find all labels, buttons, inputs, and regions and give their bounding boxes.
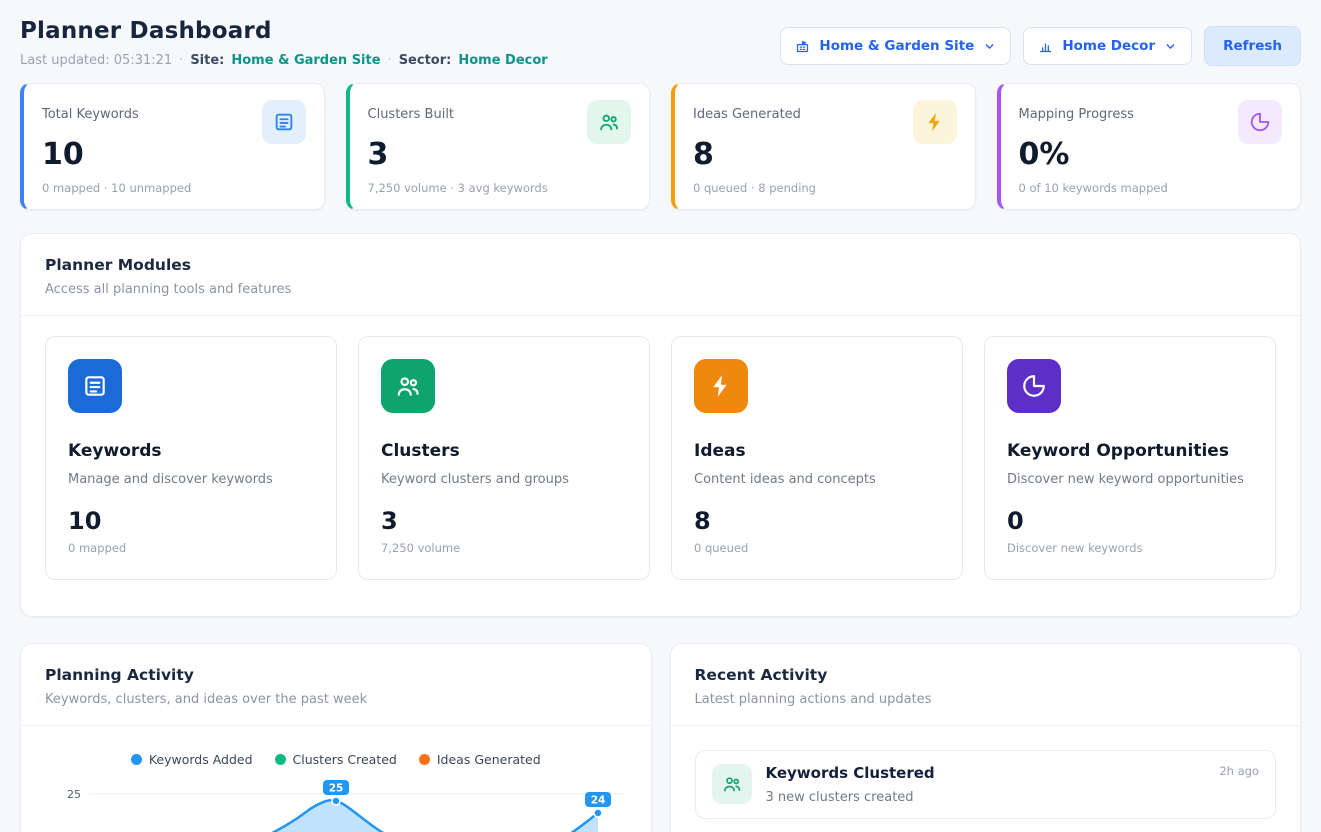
last-updated-text: Last updated: 05:31:21 — [20, 53, 172, 68]
module-caption: 7,250 volume — [381, 541, 627, 555]
pie-chart-icon — [1007, 359, 1061, 413]
module-card-clusters[interactable]: Clusters Keyword clusters and groups 3 7… — [358, 336, 650, 580]
recent-activity-title: Recent Activity — [695, 666, 1277, 684]
activity-item-keywords-clustered: Keywords Clustered 2h ago 3 new clusters… — [695, 750, 1277, 819]
module-card-keyword-opportunities[interactable]: Keyword Opportunities Discover new keywo… — [984, 336, 1276, 580]
site-selector-value: Home & Garden Site — [819, 38, 974, 54]
data-point-label: 24 — [591, 795, 606, 807]
lightning-icon — [694, 359, 748, 413]
topbar: Planner Dashboard Last updated: 05:31:21… — [20, 18, 1301, 68]
recent-activity-panel: Recent Activity Latest planning actions … — [670, 643, 1302, 832]
divider — [21, 725, 651, 726]
building-icon — [795, 39, 810, 54]
sector-link[interactable]: Home Decor — [458, 53, 547, 68]
stat-card-mapping-progress: Mapping Progress 0% 0 of 10 keywords map… — [997, 83, 1302, 210]
lightning-icon — [913, 100, 957, 144]
stat-card-clusters-built: Clusters Built 3 7,250 volume · 3 avg ke… — [346, 83, 651, 210]
users-icon — [381, 359, 435, 413]
legend-item-keywords-added: Keywords Added — [131, 752, 253, 767]
chevron-down-icon — [1164, 40, 1177, 53]
legend-label: Ideas Generated — [437, 752, 541, 767]
legend-dot — [419, 754, 430, 765]
module-card-keywords[interactable]: Keywords Manage and discover keywords 10… — [45, 336, 337, 580]
stats-row: Total Keywords 10 0 mapped · 10 unmapped… — [20, 83, 1301, 210]
site-label: Site: — [190, 53, 224, 68]
chevron-down-icon — [983, 40, 996, 53]
activity-description: 3 new clusters created — [766, 790, 1260, 805]
topbar-controls: Home & Garden Site Home Decor Refresh — [780, 26, 1301, 66]
module-title: Ideas — [694, 441, 940, 461]
stat-label: Total Keywords — [42, 100, 139, 122]
users-icon — [587, 100, 631, 144]
chart-area: 25 25 24 — [45, 777, 627, 832]
module-description: Content ideas and concepts — [694, 472, 940, 487]
module-value: 3 — [381, 507, 627, 535]
divider — [671, 725, 1301, 726]
stat-caption: 7,250 volume · 3 avg keywords — [368, 181, 632, 195]
document-icon — [68, 359, 122, 413]
stat-card-total-keywords: Total Keywords 10 0 mapped · 10 unmapped — [20, 83, 325, 210]
stat-label: Clusters Built — [368, 100, 455, 122]
module-caption: Discover new keywords — [1007, 541, 1253, 555]
module-title: Keywords — [68, 441, 314, 461]
legend-label: Clusters Created — [293, 752, 397, 767]
module-description: Keyword clusters and groups — [381, 472, 627, 487]
modules-subtitle: Access all planning tools and features — [45, 282, 1276, 297]
planning-activity-chart: 25 25 24 — [45, 777, 632, 832]
refresh-button[interactable]: Refresh — [1204, 26, 1301, 66]
separator: · — [388, 53, 392, 68]
divider — [21, 315, 1300, 316]
stat-caption: 0 queued · 8 pending — [693, 181, 957, 195]
module-title: Clusters — [381, 441, 627, 461]
y-axis-tick: 25 — [67, 788, 81, 801]
module-description: Manage and discover keywords — [68, 472, 314, 487]
module-description: Discover new keyword opportunities — [1007, 472, 1253, 487]
legend-dot — [275, 754, 286, 765]
modules-grid: Keywords Manage and discover keywords 10… — [45, 336, 1276, 580]
planning-activity-subtitle: Keywords, clusters, and ideas over the p… — [45, 692, 627, 707]
stat-label: Ideas Generated — [693, 100, 801, 122]
meta-line: Last updated: 05:31:21 · Site: Home & Ga… — [20, 53, 548, 68]
module-value: 8 — [694, 507, 940, 535]
site-link[interactable]: Home & Garden Site — [231, 53, 380, 68]
planning-activity-title: Planning Activity — [45, 666, 627, 684]
modules-title: Planner Modules — [45, 256, 1276, 274]
stat-caption: 0 of 10 keywords mapped — [1019, 181, 1283, 195]
sector-selector-dropdown[interactable]: Home Decor — [1023, 27, 1192, 65]
pie-chart-icon — [1238, 100, 1282, 144]
activity-body: Keywords Clustered 2h ago 3 new clusters… — [766, 764, 1260, 805]
planning-activity-panel: Planning Activity Keywords, clusters, an… — [20, 643, 652, 832]
stat-label: Mapping Progress — [1019, 100, 1134, 122]
legend-item-ideas-generated: Ideas Generated — [419, 752, 541, 767]
separator: · — [179, 53, 183, 68]
stat-card-ideas-generated: Ideas Generated 8 0 queued · 8 pending — [671, 83, 976, 210]
bar-chart-icon — [1038, 39, 1053, 54]
legend-dot — [131, 754, 142, 765]
module-caption: 0 mapped — [68, 541, 314, 555]
activity-timestamp: 2h ago — [1219, 764, 1259, 778]
users-icon — [712, 764, 752, 804]
site-selector-dropdown[interactable]: Home & Garden Site — [780, 27, 1011, 65]
sector-label: Sector: — [399, 53, 452, 68]
legend-item-clusters-created: Clusters Created — [275, 752, 397, 767]
module-card-ideas[interactable]: Ideas Content ideas and concepts 8 0 que… — [671, 336, 963, 580]
module-value: 10 — [68, 507, 314, 535]
document-icon — [262, 100, 306, 144]
activity-title: Keywords Clustered — [766, 764, 1220, 782]
chart-legend: Keywords Added Clusters Created Ideas Ge… — [45, 752, 627, 767]
module-value: 0 — [1007, 507, 1253, 535]
planner-dashboard-page: Planner Dashboard Last updated: 05:31:21… — [0, 0, 1321, 832]
planner-modules-panel: Planner Modules Access all planning tool… — [20, 233, 1301, 617]
page-title: Planner Dashboard — [20, 18, 548, 44]
topbar-left: Planner Dashboard Last updated: 05:31:21… — [20, 18, 548, 68]
module-title: Keyword Opportunities — [1007, 441, 1253, 461]
recent-activity-subtitle: Latest planning actions and updates — [695, 692, 1277, 707]
bottom-row: Planning Activity Keywords, clusters, an… — [20, 643, 1301, 832]
stat-caption: 0 mapped · 10 unmapped — [42, 181, 306, 195]
data-point-label: 25 — [329, 783, 344, 795]
module-caption: 0 queued — [694, 541, 940, 555]
legend-label: Keywords Added — [149, 752, 253, 767]
sector-selector-value: Home Decor — [1062, 38, 1155, 54]
